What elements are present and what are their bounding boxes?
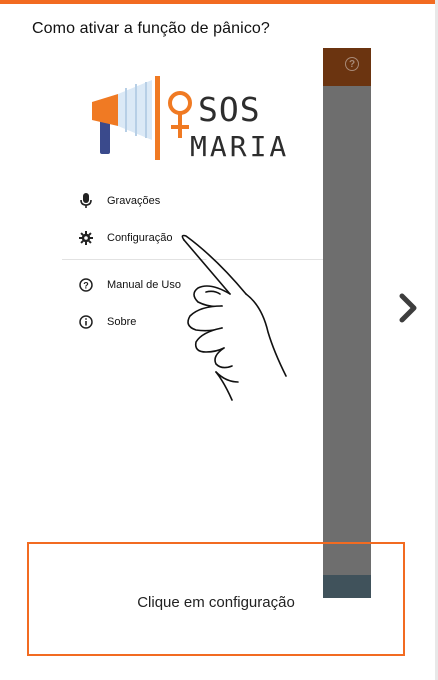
- menu-item-manual-de-uso[interactable]: ? Manual de Uso: [78, 275, 181, 295]
- menu-item-configuracao[interactable]: Configuração: [78, 228, 172, 248]
- menu-label: Sobre: [107, 316, 137, 328]
- svg-text:?: ?: [83, 281, 89, 291]
- help-circle-icon: ?: [78, 277, 94, 293]
- instruction-box: Clique em configuração: [27, 542, 405, 656]
- menu-label: Gravações: [107, 195, 161, 207]
- drawer-scrim[interactable]: [323, 48, 371, 598]
- help-circle-icon[interactable]: ?: [345, 57, 359, 71]
- logo-text-sos: SOS: [198, 90, 261, 129]
- menu-label: Configuração: [107, 232, 173, 244]
- menu-label: Manual de Uso: [107, 279, 181, 291]
- chevron-right-icon[interactable]: [397, 292, 421, 324]
- pointing-hand-icon: [181, 234, 287, 401]
- microphone-icon: [78, 193, 94, 209]
- logo-text-maria: MARIA: [190, 130, 290, 163]
- gear-icon: [78, 230, 94, 246]
- top-accent-bar: [0, 0, 438, 4]
- page-title: Como ativar a função de pânico?: [32, 20, 270, 37]
- info-icon: [78, 314, 94, 330]
- menu-item-sobre[interactable]: Sobre: [78, 312, 136, 332]
- instruction-text: Clique em configuração: [137, 594, 295, 611]
- menu-item-gravacoes[interactable]: Gravações: [78, 191, 160, 211]
